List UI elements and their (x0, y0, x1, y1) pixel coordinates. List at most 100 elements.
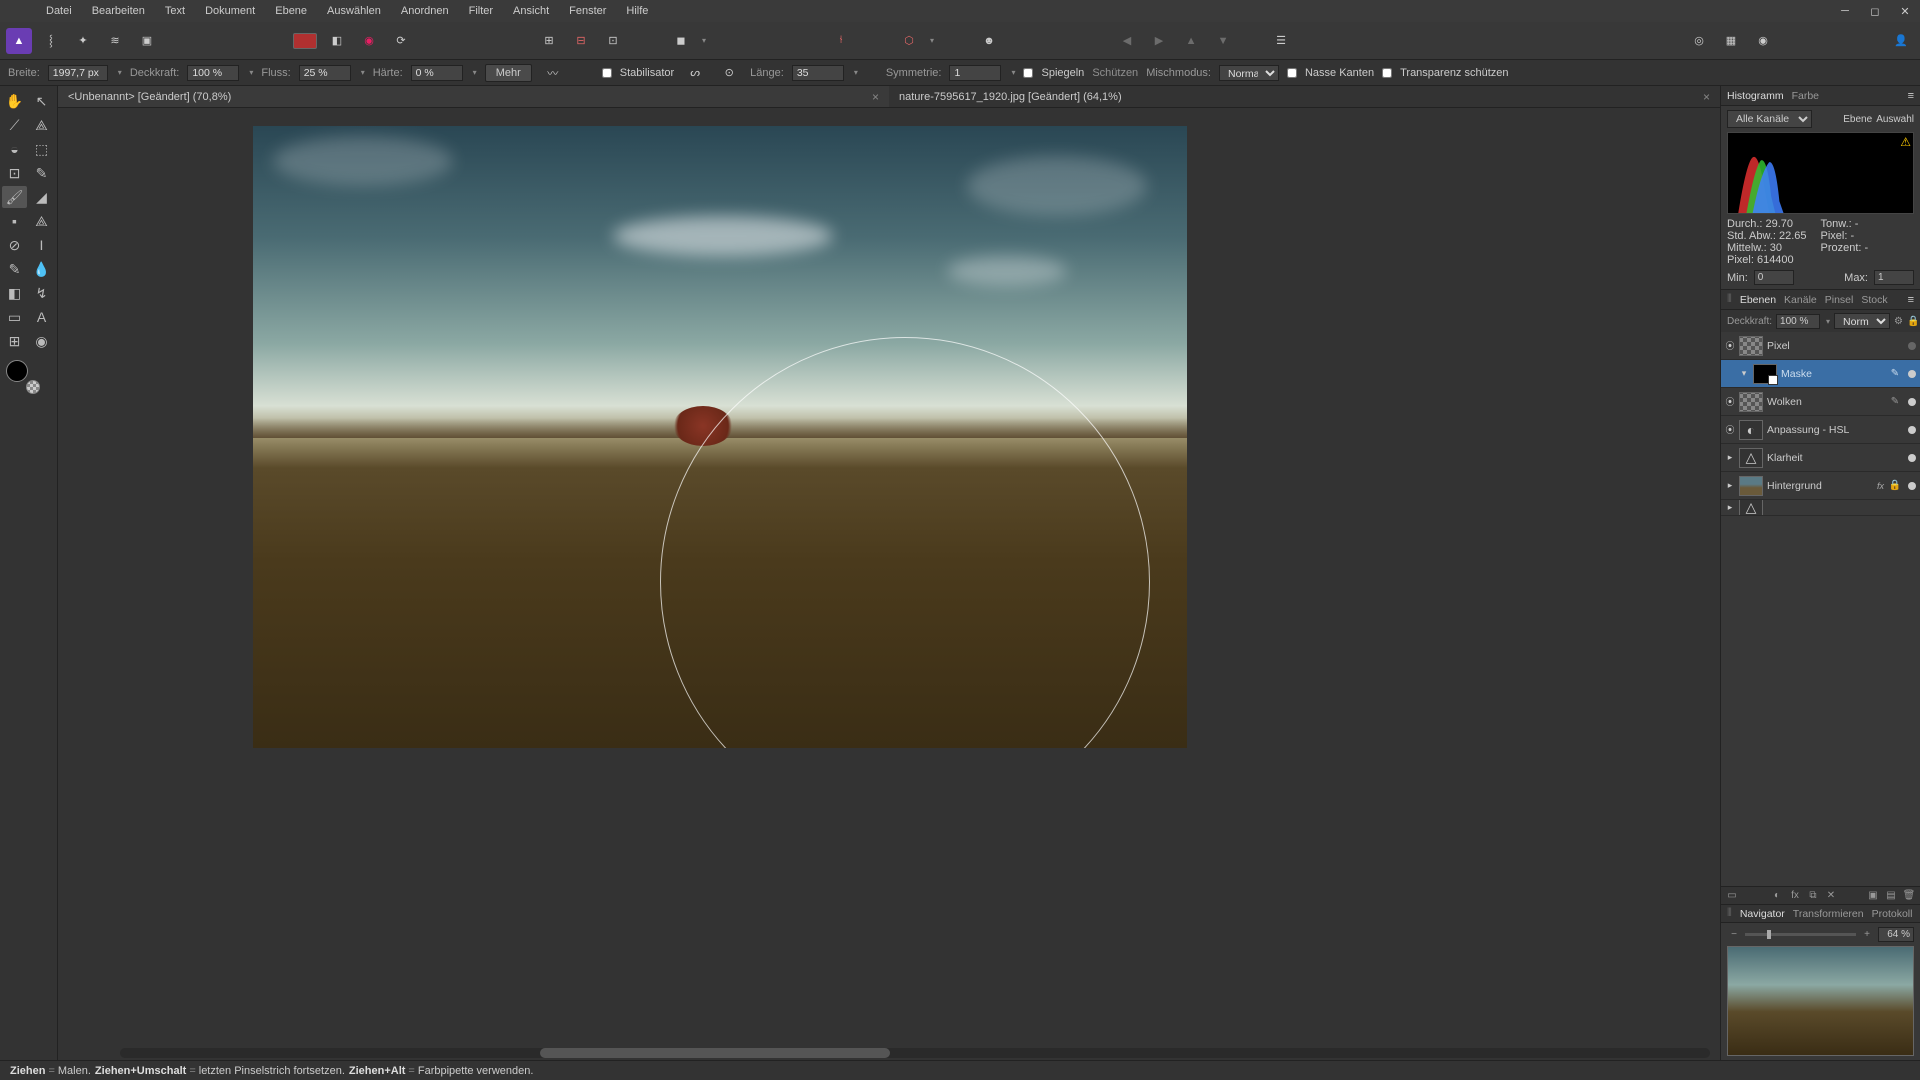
layers-tab[interactable]: Ebenen (1740, 294, 1776, 306)
dropdown-icon[interactable]: ▾ (854, 68, 858, 77)
zoom-slider[interactable] (1745, 933, 1856, 936)
lock-icon[interactable]: 🔒 (1907, 314, 1919, 328)
layer-visible-dot[interactable] (1908, 482, 1916, 490)
minimize-button[interactable]: ─ (1830, 0, 1860, 22)
brush-opacity-input[interactable] (187, 65, 239, 81)
layer-visible-dot[interactable] (1908, 398, 1916, 406)
blur-tool[interactable]: 💧 (29, 258, 54, 280)
collapse-toggle[interactable]: ▸ (1725, 453, 1735, 463)
lock-icon[interactable]: 🔒 (1888, 479, 1902, 493)
mask-btn-icon[interactable]: ▭ (1725, 889, 1739, 903)
menu-ebene[interactable]: Ebene (265, 1, 317, 21)
add-layer-icon[interactable]: ▤ (1884, 889, 1898, 903)
pen-tool[interactable]: I (29, 234, 54, 256)
window-stabilizer-icon[interactable]: ⊙ (716, 60, 742, 86)
menu-hilfe[interactable]: Hilfe (616, 1, 658, 21)
show-guides-icon[interactable]: ◉ (1750, 28, 1776, 54)
stock-tab[interactable]: Stock (1861, 294, 1887, 306)
crop-tool[interactable]: ⟁ (29, 114, 54, 136)
live-filter-icon[interactable]: ⧉ (1806, 889, 1820, 903)
auto-wb-icon[interactable]: ⟳ (388, 28, 414, 54)
layer-thumbnail[interactable] (1753, 364, 1777, 384)
smudge-tool[interactable]: ↯ (29, 282, 54, 304)
background-color[interactable] (26, 380, 40, 394)
layer-thumbnail[interactable]: △ (1739, 500, 1763, 516)
close-button[interactable]: ✕ (1890, 0, 1920, 22)
adjustment-icon[interactable]: ◐ (1770, 889, 1784, 903)
fill-tool[interactable]: ⟁ (29, 210, 54, 232)
scrollbar-thumb[interactable] (540, 1048, 890, 1058)
assistant-icon[interactable]: ☻ (976, 28, 1002, 54)
visibility-toggle[interactable]: ⦿ (1725, 425, 1735, 435)
selection-intersect-icon[interactable]: ⊡ (600, 28, 626, 54)
layer-blend-select[interactable]: Normal (1834, 313, 1890, 329)
freehand-select-tool[interactable]: ✎ (29, 162, 54, 184)
histogram-channel-select[interactable]: Alle Kanäle (1727, 110, 1812, 128)
more-button[interactable]: Mehr (485, 64, 532, 82)
dodge-tool[interactable]: ⊘ (2, 234, 27, 256)
document-tab-1[interactable]: <Unbenannt> [Geändert] (70,8%) × (58, 86, 889, 107)
canvas-area[interactable] (58, 108, 1720, 1060)
layer-visible-dot[interactable] (1908, 342, 1916, 350)
marquee-tool[interactable]: ⬚ (29, 138, 54, 160)
protect-alpha-checkbox[interactable] (1382, 68, 1392, 78)
layer-klarheit[interactable]: ▸ △ Klarheit (1721, 444, 1920, 472)
align-icon[interactable]: ⫮ (828, 28, 854, 54)
gear-icon[interactable]: ⚙ (1894, 314, 1903, 328)
crop-icon[interactable]: ✕ (1824, 889, 1838, 903)
collapse-toggle[interactable]: ▸ (1725, 481, 1735, 491)
tab-close-icon[interactable]: × (1703, 90, 1710, 104)
document-canvas[interactable] (253, 126, 1187, 748)
foreground-color[interactable] (6, 360, 28, 382)
stabilizer-checkbox[interactable] (602, 68, 612, 78)
symmetry-input[interactable] (949, 65, 1001, 81)
histogram-tab[interactable]: Histogramm (1727, 90, 1784, 102)
panel-grip-icon[interactable]: ⦀ (1727, 907, 1732, 920)
arrange-right-icon[interactable]: ▶ (1146, 28, 1172, 54)
zoom-in-icon[interactable]: + (1860, 928, 1874, 942)
flood-select-tool[interactable]: ⊡ (2, 162, 27, 184)
histogram-max-input[interactable] (1874, 270, 1914, 285)
edit-icon[interactable]: ✎ (1888, 367, 1902, 381)
persona-liquify-icon[interactable]: ✦ (70, 28, 96, 54)
delete-layer-icon[interactable]: 🗑 (1902, 889, 1916, 903)
account-icon[interactable]: 👤 (1888, 28, 1914, 54)
rope-stabilizer-icon[interactable]: ᔕ (682, 60, 708, 86)
selection-color-swatch[interactable] (292, 28, 318, 54)
view-tool[interactable]: ⟋ (2, 114, 27, 136)
pressure-icon[interactable]: 〰 (540, 60, 566, 86)
paint-brush-tool[interactable]: 🖌 (2, 186, 27, 208)
fx-icon[interactable]: fx (1788, 889, 1802, 903)
pixel-tool[interactable]: ▪ (2, 210, 27, 232)
brush-hardness-input[interactable] (411, 65, 463, 81)
arrange-up-icon[interactable]: ▲ (1178, 28, 1204, 54)
navigator-tab[interactable]: Navigator (1740, 908, 1785, 920)
arrange-down-icon[interactable]: ▼ (1210, 28, 1236, 54)
layer-hsl[interactable]: ⦿ ◐ Anpassung - HSL (1721, 416, 1920, 444)
menu-filter[interactable]: Filter (459, 1, 503, 21)
selection-subtract-icon[interactable]: ⊟ (568, 28, 594, 54)
visibility-toggle[interactable]: ⦿ (1725, 397, 1735, 407)
dropdown-icon[interactable]: ▾ (118, 68, 122, 77)
dropdown-icon[interactable]: ▾ (930, 36, 934, 45)
layer-partial[interactable]: ▸ △ (1721, 500, 1920, 516)
persona-photo-icon[interactable]: ⸾ (38, 28, 64, 54)
quick-mask-icon[interactable]: ◼ (668, 28, 694, 54)
layer-thumbnail[interactable]: ◐ (1739, 420, 1763, 440)
persona-develop-icon[interactable]: ≋ (102, 28, 128, 54)
layer-thumbnail[interactable]: △ (1739, 448, 1763, 468)
edit-icon[interactable]: ✎ (1888, 395, 1902, 409)
dropdown-icon[interactable]: ▾ (702, 36, 706, 45)
selection-brush-tool[interactable]: ◒ (2, 138, 27, 160)
menu-datei[interactable]: Datei (36, 1, 82, 21)
histogram-selection-btn[interactable]: Auswahl (1876, 114, 1914, 125)
maximize-button[interactable]: ◻ (1860, 0, 1890, 22)
panel-menu-icon[interactable]: ≡ (1908, 90, 1914, 102)
dropdown-icon[interactable]: ▾ (361, 68, 365, 77)
layer-thumbnail[interactable] (1739, 476, 1763, 496)
layer-thumbnail[interactable] (1739, 392, 1763, 412)
fx-badge[interactable]: fx (1877, 481, 1884, 491)
panel-menu-icon[interactable]: ≡ (1908, 294, 1914, 306)
protect-label[interactable]: Schützen (1092, 67, 1138, 79)
blend-mode-select[interactable]: Normal (1219, 65, 1279, 81)
